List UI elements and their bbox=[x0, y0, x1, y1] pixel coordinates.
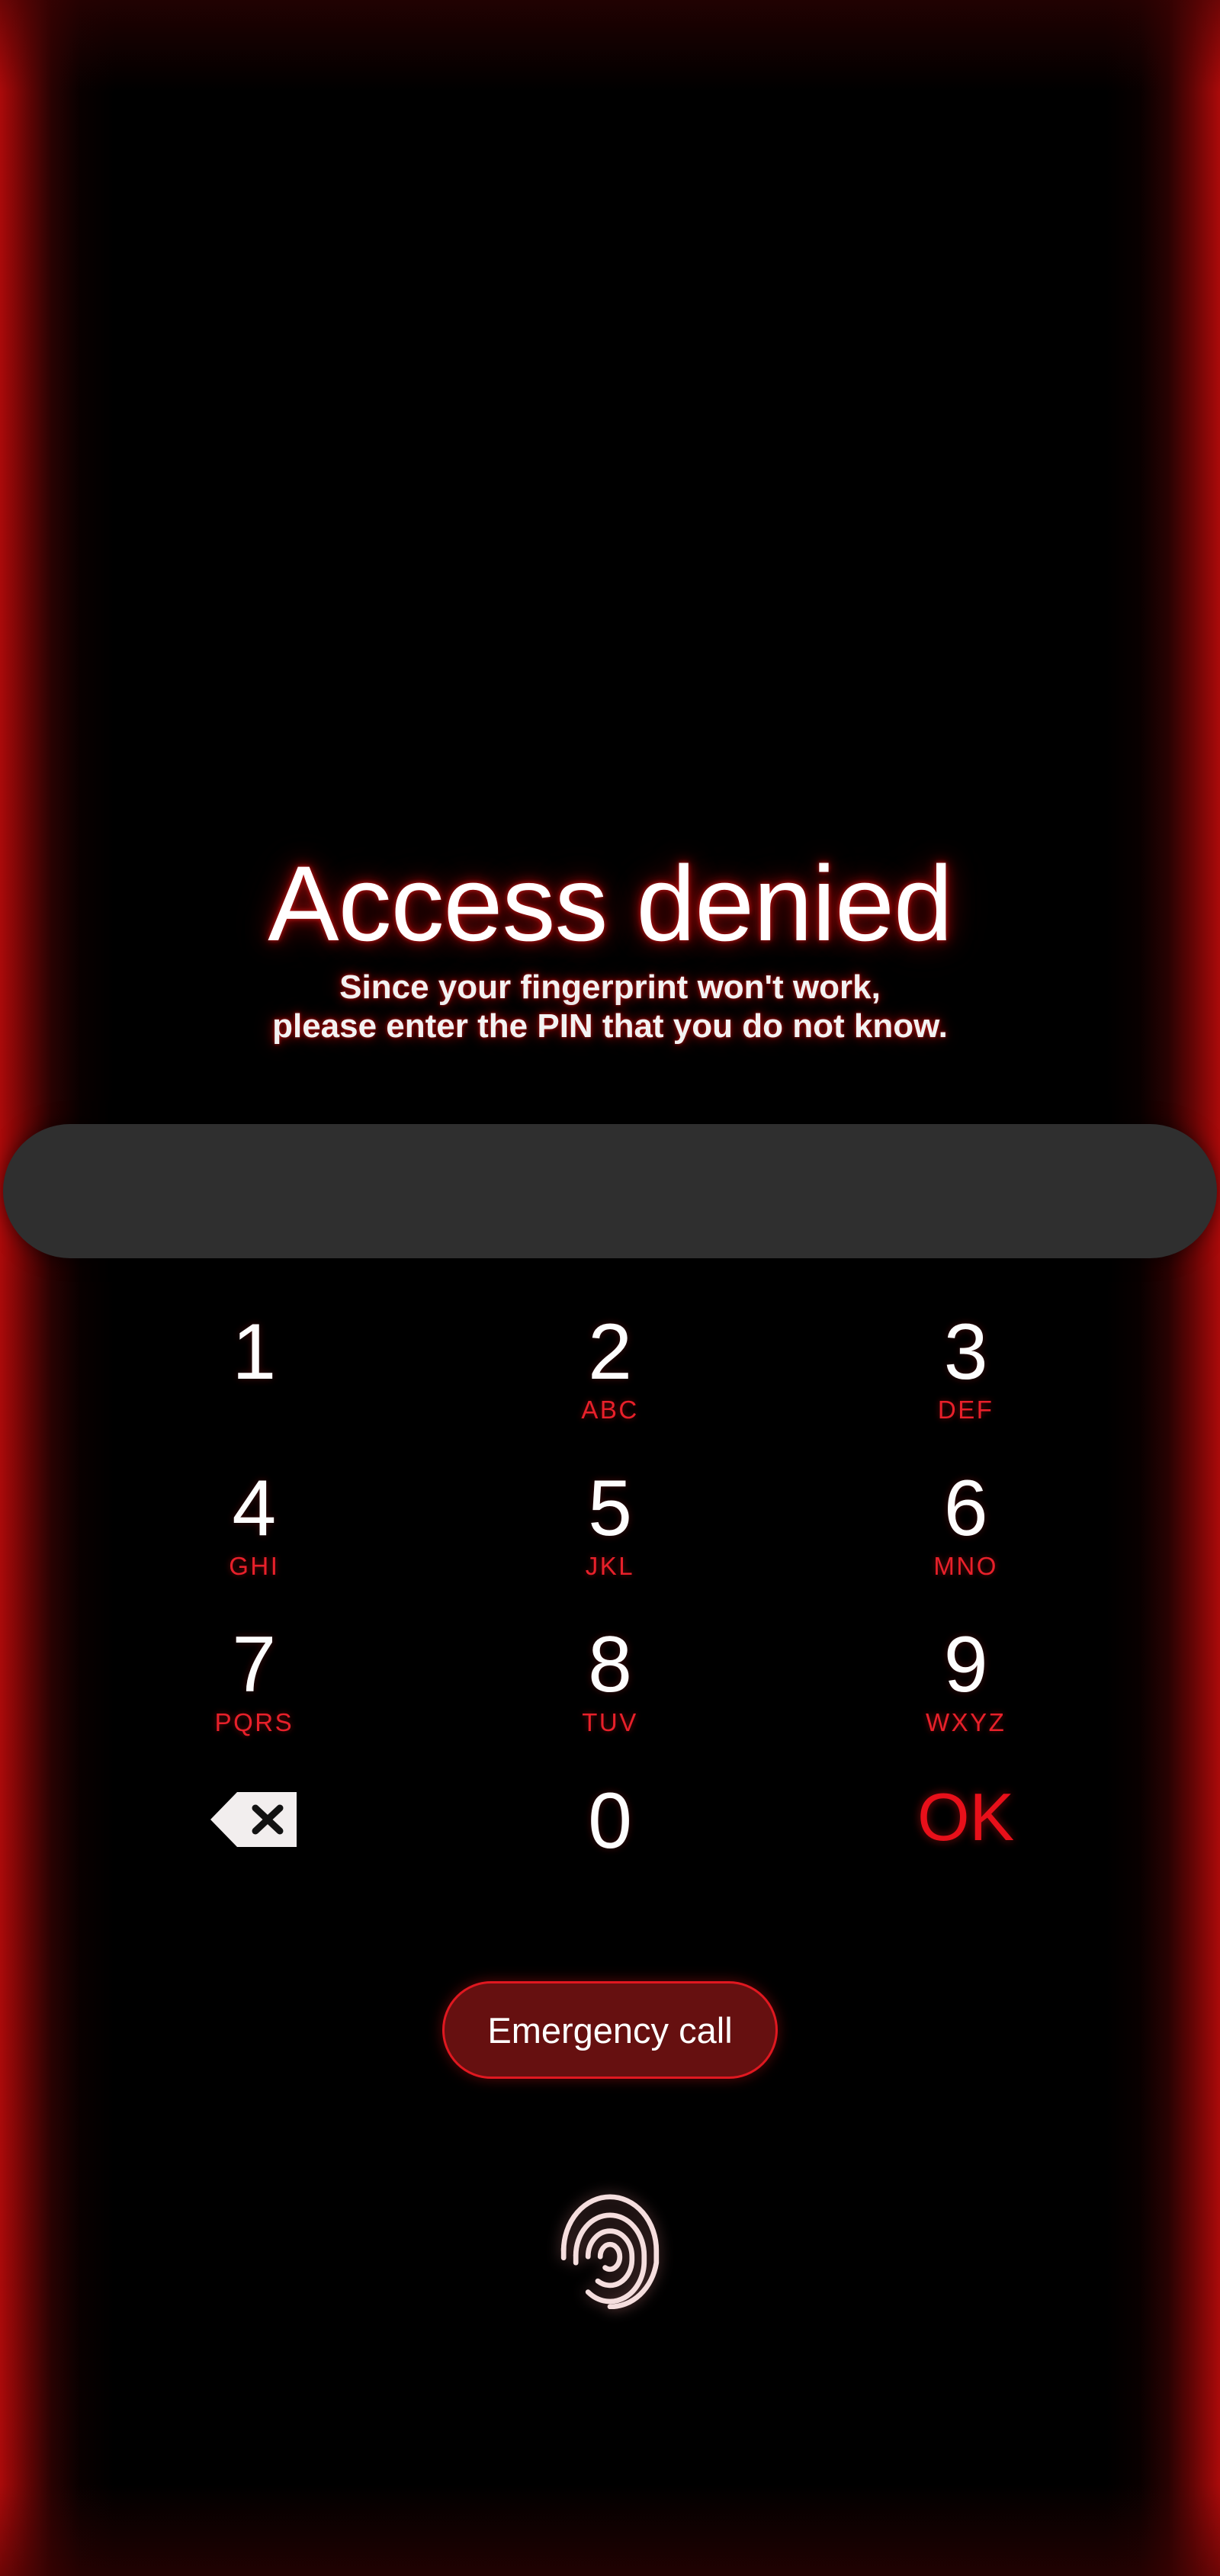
key-digit: 3 bbox=[943, 1308, 988, 1396]
ok-label: OK bbox=[917, 1779, 1015, 1855]
key-letters: DEF bbox=[937, 1395, 994, 1424]
page-subtitle: Since your fingerprint won't work, pleas… bbox=[0, 968, 1220, 1046]
key-digit: 8 bbox=[588, 1620, 632, 1709]
key-digit: 9 bbox=[943, 1620, 988, 1709]
key-digit: 4 bbox=[232, 1464, 277, 1553]
key-letters: MNO bbox=[933, 1551, 998, 1580]
keypad-key-6[interactable]: 6 MNO bbox=[788, 1453, 1144, 1609]
subtitle-line-1: Since your fingerprint won't work, bbox=[339, 968, 881, 1006]
key-digit: 0 bbox=[588, 1777, 632, 1865]
backspace-icon bbox=[210, 1791, 298, 1848]
pin-keypad: 1 2 ABC 3 DEF 4 GHI 5 JKL 6 MNO 7 PQRS 8… bbox=[76, 1296, 1144, 1922]
keypad-key-8[interactable]: 8 TUV bbox=[432, 1609, 788, 1765]
key-letters: GHI bbox=[229, 1551, 280, 1580]
pin-input[interactable] bbox=[3, 1124, 1217, 1258]
key-letters: PQRS bbox=[214, 1707, 294, 1736]
page-title: Access denied bbox=[268, 843, 953, 963]
key-digit: 7 bbox=[232, 1620, 277, 1709]
keypad-key-1[interactable]: 1 bbox=[76, 1296, 432, 1453]
key-letters: WXYZ bbox=[925, 1707, 1006, 1736]
keypad-key-3[interactable]: 3 DEF bbox=[788, 1296, 1144, 1453]
fingerprint-icon[interactable] bbox=[549, 2187, 671, 2313]
lockscreen: Access denied Since your fingerprint won… bbox=[0, 0, 1220, 2576]
key-digit: 6 bbox=[943, 1464, 988, 1553]
keypad-key-5[interactable]: 5 JKL bbox=[432, 1453, 788, 1609]
headline-block: Access denied Since your fingerprint won… bbox=[0, 850, 1220, 1046]
key-digit: 2 bbox=[588, 1308, 632, 1396]
keypad-key-7[interactable]: 7 PQRS bbox=[76, 1609, 432, 1765]
emergency-call-area: Emergency call bbox=[0, 1981, 1220, 2079]
fingerprint-area bbox=[0, 2187, 1220, 2313]
keypad-key-0[interactable]: 0 bbox=[432, 1765, 788, 1922]
emergency-call-button[interactable]: Emergency call bbox=[442, 1981, 778, 2079]
key-digit: 5 bbox=[588, 1464, 632, 1553]
pin-input-value bbox=[3, 1124, 1217, 1258]
key-letters: ABC bbox=[581, 1395, 639, 1424]
keypad-key-4[interactable]: 4 GHI bbox=[76, 1453, 432, 1609]
key-digit: 1 bbox=[232, 1308, 277, 1396]
key-letters: TUV bbox=[582, 1707, 638, 1736]
key-letters: JKL bbox=[585, 1551, 635, 1580]
subtitle-line-2: please enter the PIN that you do not kno… bbox=[272, 1007, 948, 1045]
keypad-backspace-button[interactable] bbox=[76, 1765, 432, 1922]
keypad-ok-button[interactable]: OK bbox=[788, 1765, 1144, 1922]
keypad-key-9[interactable]: 9 WXYZ bbox=[788, 1609, 1144, 1765]
keypad-key-2[interactable]: 2 ABC bbox=[432, 1296, 788, 1453]
